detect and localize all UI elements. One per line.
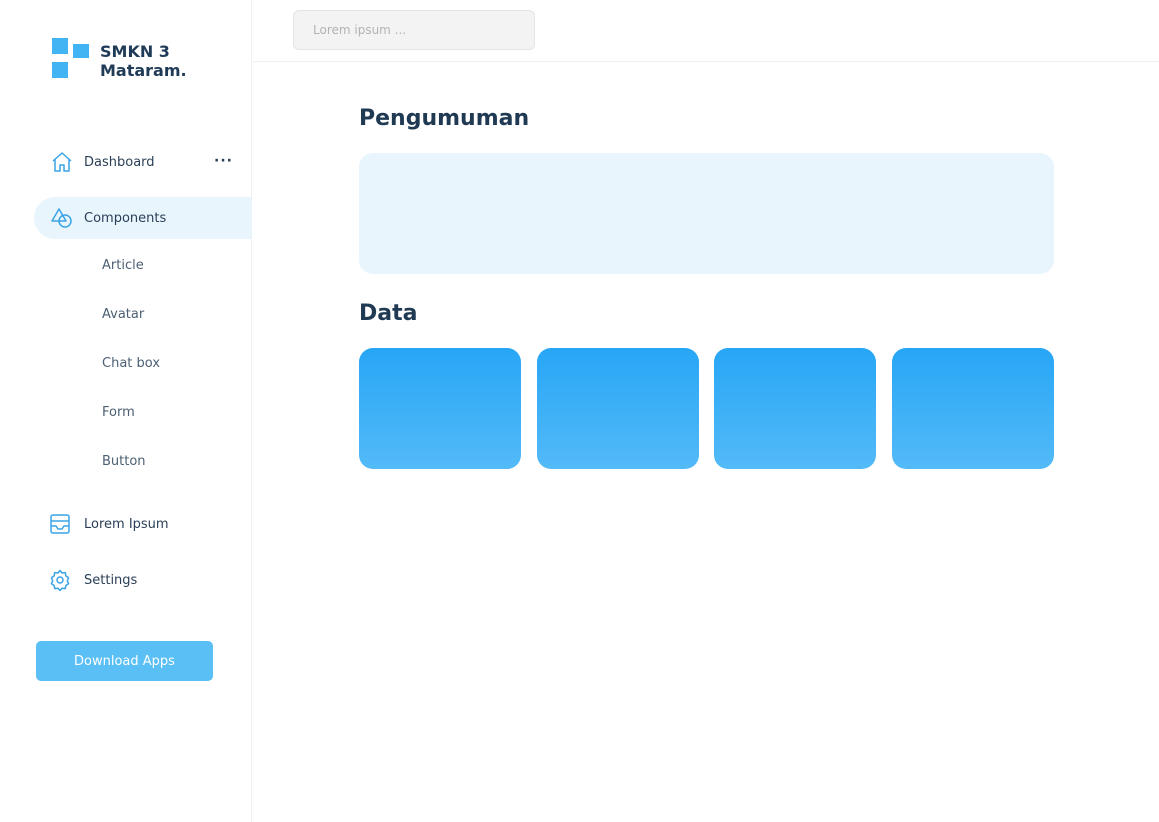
inbox-icon bbox=[48, 512, 72, 536]
data-card[interactable] bbox=[359, 348, 521, 469]
sub-item-article[interactable]: Article bbox=[102, 258, 144, 273]
sub-item-form[interactable]: Form bbox=[102, 405, 135, 420]
brand[interactable]: SMKN 3 Mataram. bbox=[52, 38, 187, 80]
sidebar-item-lorem-ipsum[interactable]: Lorem Ipsum bbox=[34, 503, 252, 545]
announcement-panel bbox=[359, 153, 1054, 274]
data-card[interactable] bbox=[537, 348, 699, 469]
more-options-icon[interactable]: ··· bbox=[214, 153, 233, 169]
logo-icon bbox=[52, 38, 89, 79]
sidebar-item-label: Lorem Ipsum bbox=[84, 516, 169, 532]
gear-icon bbox=[48, 568, 72, 592]
data-title: Data bbox=[359, 301, 418, 326]
download-apps-button[interactable]: Download Apps bbox=[36, 641, 213, 681]
sidebar-item-label: Settings bbox=[84, 572, 138, 588]
brand-name: SMKN 3 Mataram. bbox=[100, 42, 187, 80]
search-input[interactable] bbox=[293, 10, 535, 50]
sub-item-avatar[interactable]: Avatar bbox=[102, 307, 144, 322]
sub-item-button[interactable]: Button bbox=[102, 454, 146, 469]
app-root: SMKN 3 Mataram. Dashboard ··· Components… bbox=[0, 0, 1159, 822]
sidebar-item-components[interactable]: Components bbox=[34, 197, 252, 239]
shapes-icon bbox=[50, 206, 74, 230]
announcement-title: Pengumuman bbox=[359, 106, 530, 131]
sidebar: SMKN 3 Mataram. Dashboard ··· Components… bbox=[0, 0, 252, 822]
sidebar-item-settings[interactable]: Settings bbox=[34, 559, 252, 601]
home-icon bbox=[50, 150, 74, 174]
sidebar-item-label: Components bbox=[84, 210, 167, 226]
sub-item-chat-box[interactable]: Chat box bbox=[102, 356, 160, 371]
data-card[interactable] bbox=[892, 348, 1054, 469]
top-bar bbox=[253, 0, 1159, 62]
data-card[interactable] bbox=[714, 348, 876, 469]
sidebar-item-label: Dashboard bbox=[84, 154, 155, 170]
